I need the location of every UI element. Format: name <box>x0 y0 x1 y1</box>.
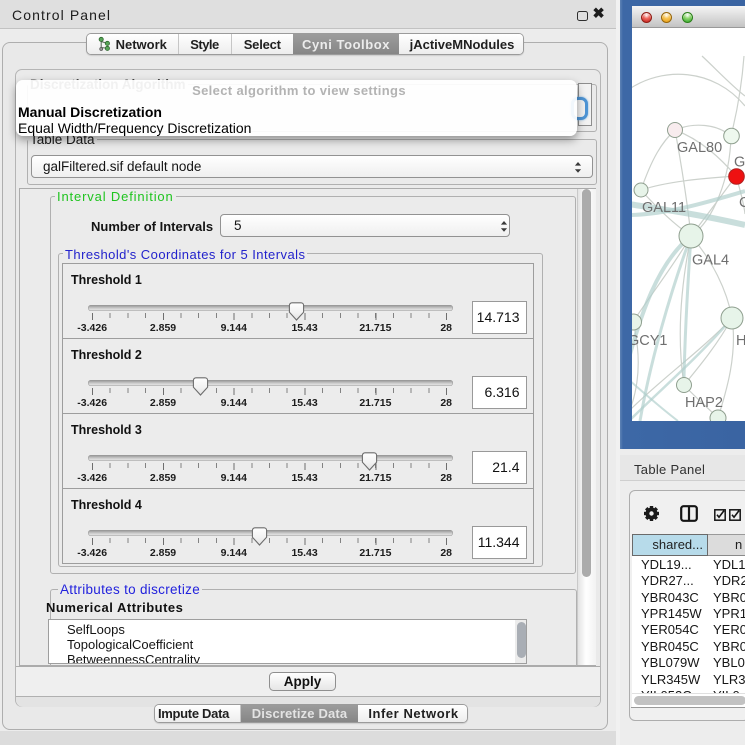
svg-text:GA: GA <box>734 155 745 171</box>
svg-text:C: C <box>739 195 745 211</box>
svg-text:H: H <box>736 333 745 349</box>
svg-text:GCY1: GCY1 <box>632 333 668 349</box>
svg-text:HAP2: HAP2 <box>685 395 723 411</box>
svg-text:GAL11: GAL11 <box>642 200 686 216</box>
svg-text:GAL4: GAL4 <box>692 253 729 269</box>
svg-text:GAL80: GAL80 <box>677 140 722 156</box>
